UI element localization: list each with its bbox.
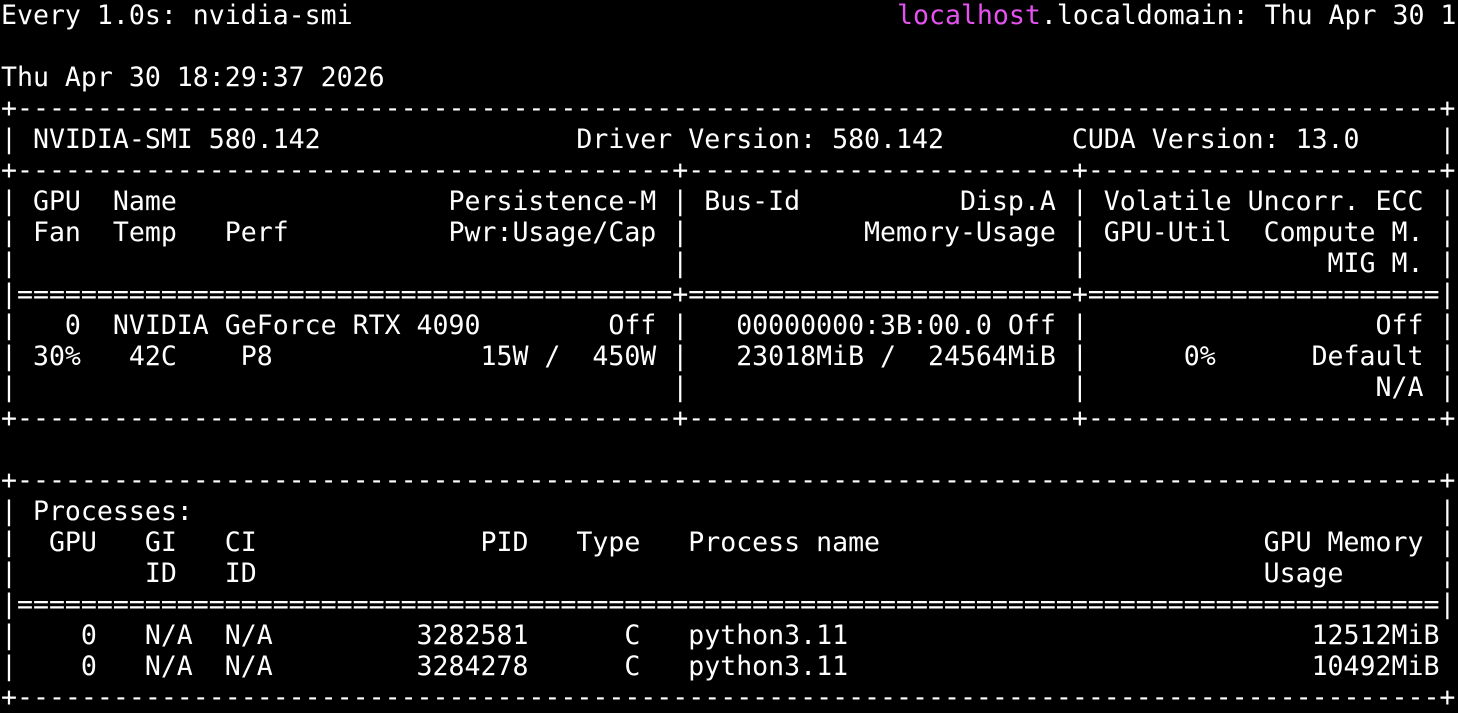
hostname-highlight: localhost xyxy=(897,0,1041,31)
processes-separator: |=======================================… xyxy=(1,589,1456,620)
current-timestamp: Thu Apr 30 18:29:37 2026 xyxy=(1,62,385,93)
terminal-window[interactable]: Every 1.0s: nvidia-smi localhost.localdo… xyxy=(0,0,1458,713)
smi-border-top: +---------------------------------------… xyxy=(1,93,1456,124)
smi-border: +---------------------------------------… xyxy=(1,403,1456,434)
smi-border: +---------------------------------------… xyxy=(1,155,1456,186)
process-row: | 0 N/A N/A 3282581 C python3.11 12512Mi… xyxy=(1,620,1458,651)
process-row: | 0 N/A N/A 3284278 C python3.11 10492Mi… xyxy=(1,651,1458,682)
smi-version-row: | NVIDIA-SMI 580.142 Driver Version: 580… xyxy=(1,124,1456,155)
gpu-table-separator: |=======================================… xyxy=(1,279,1456,310)
processes-header-row: | ID ID Usage | xyxy=(1,558,1456,589)
processes-border-bottom: +---------------------------------------… xyxy=(1,682,1456,713)
gpu-table-row: | | | N/A | xyxy=(1,372,1456,403)
processes-header-row: | GPU GI CI PID Type Process name GPU Me… xyxy=(1,527,1456,558)
gpu-table-row: | 0 NVIDIA GeForce RTX 4090 Off | 000000… xyxy=(1,310,1456,341)
host-and-date: .localdomain: Thu Apr 30 1 xyxy=(1040,0,1457,31)
watch-header-right: localhost.localdomain: Thu Apr 30 1 xyxy=(897,0,1456,31)
gpu-table-header-row: | | | MIG M. | xyxy=(1,248,1456,279)
processes-border-top: +---------------------------------------… xyxy=(1,465,1456,496)
gpu-table-row: | 30% 42C P8 15W / 450W | 23018MiB / 245… xyxy=(1,341,1456,372)
watch-header-left: Every 1.0s: nvidia-smi xyxy=(1,0,353,31)
gpu-table-header-row: | GPU Name Persistence-M | Bus-Id Disp.A… xyxy=(1,186,1456,217)
processes-title: | Processes: | xyxy=(1,496,1456,527)
gpu-table-header-row: | Fan Temp Perf Pwr:Usage/Cap | Memory-U… xyxy=(1,217,1456,248)
